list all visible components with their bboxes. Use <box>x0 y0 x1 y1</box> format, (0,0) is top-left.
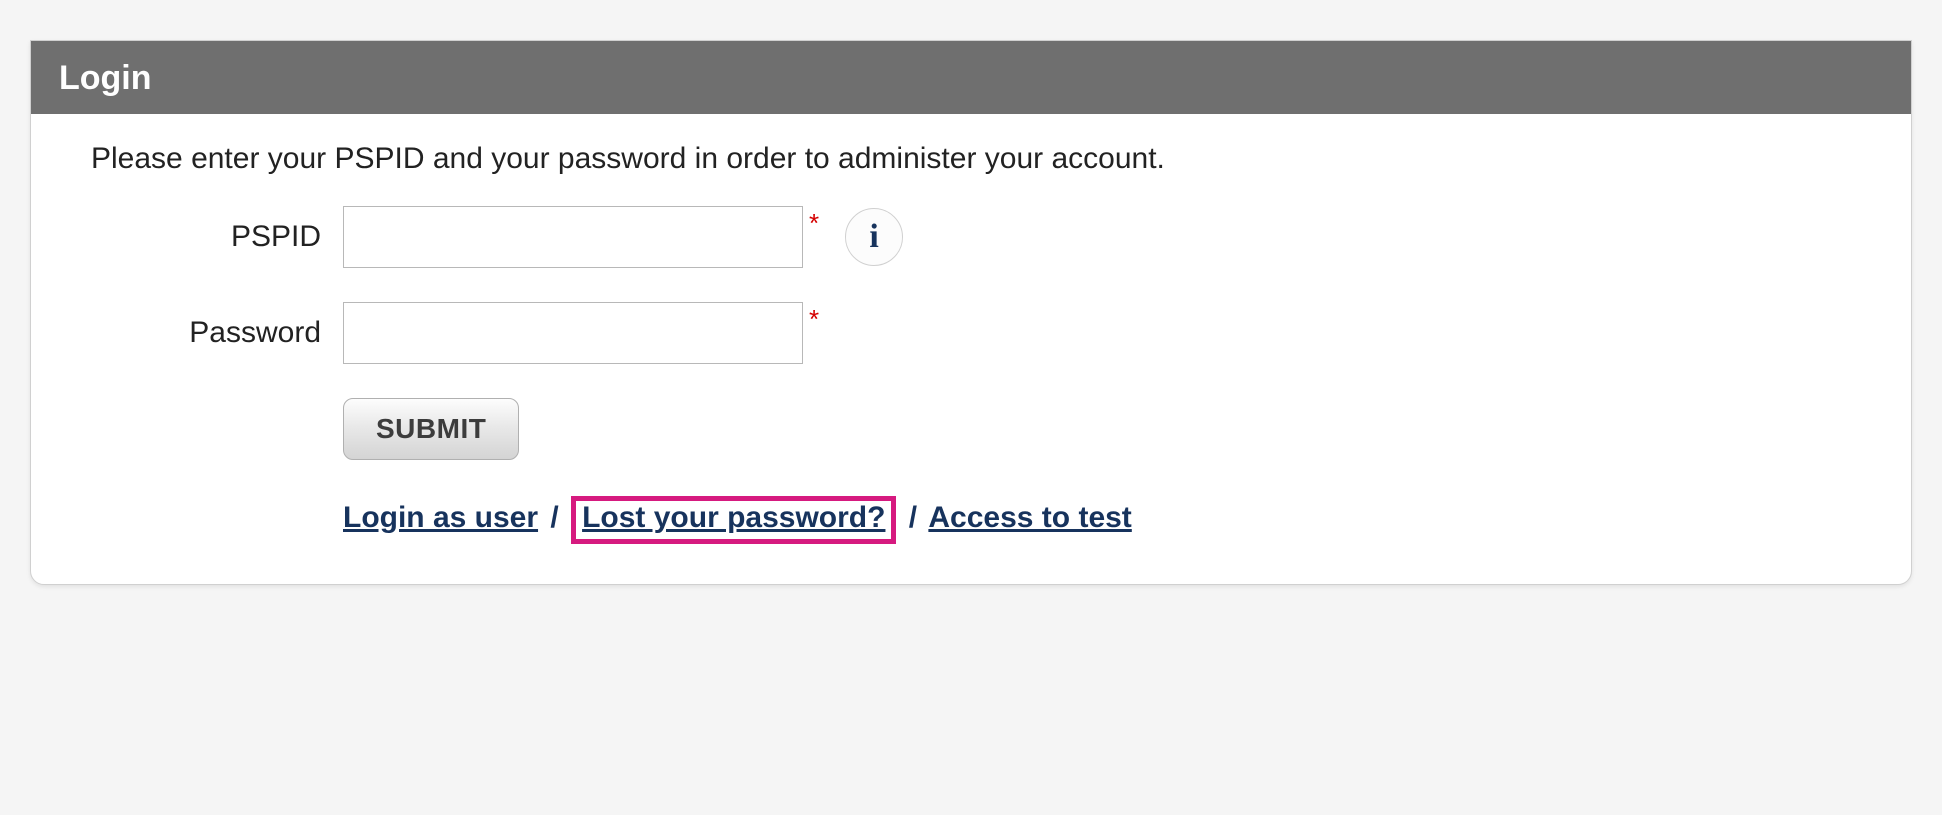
link-separator: / <box>546 501 562 535</box>
link-separator: / <box>905 501 921 535</box>
pspid-row: PSPID * i <box>91 206 1851 268</box>
submit-row: SUBMIT <box>343 398 1851 460</box>
pspid-label: PSPID <box>91 220 343 254</box>
pspid-input[interactable] <box>343 206 803 268</box>
required-mark-icon: * <box>809 302 819 335</box>
lost-password-highlight: Lost your password? <box>571 496 896 544</box>
login-card: Login Please enter your PSPID and your p… <box>30 40 1912 585</box>
info-icon[interactable]: i <box>845 208 903 266</box>
required-mark-icon: * <box>809 206 819 239</box>
login-links-row: Login as user / Lost your password? / Ac… <box>343 496 1851 544</box>
password-row: Password * <box>91 302 1851 364</box>
login-as-user-link[interactable]: Login as user <box>343 501 538 534</box>
login-instruction: Please enter your PSPID and your passwor… <box>91 142 1851 176</box>
access-to-test-link[interactable]: Access to test <box>928 501 1131 534</box>
card-body: Please enter your PSPID and your passwor… <box>31 114 1911 584</box>
card-title: Login <box>31 41 1911 114</box>
password-label: Password <box>91 316 343 350</box>
password-input[interactable] <box>343 302 803 364</box>
lost-password-link[interactable]: Lost your password? <box>582 501 885 534</box>
submit-button[interactable]: SUBMIT <box>343 398 519 460</box>
